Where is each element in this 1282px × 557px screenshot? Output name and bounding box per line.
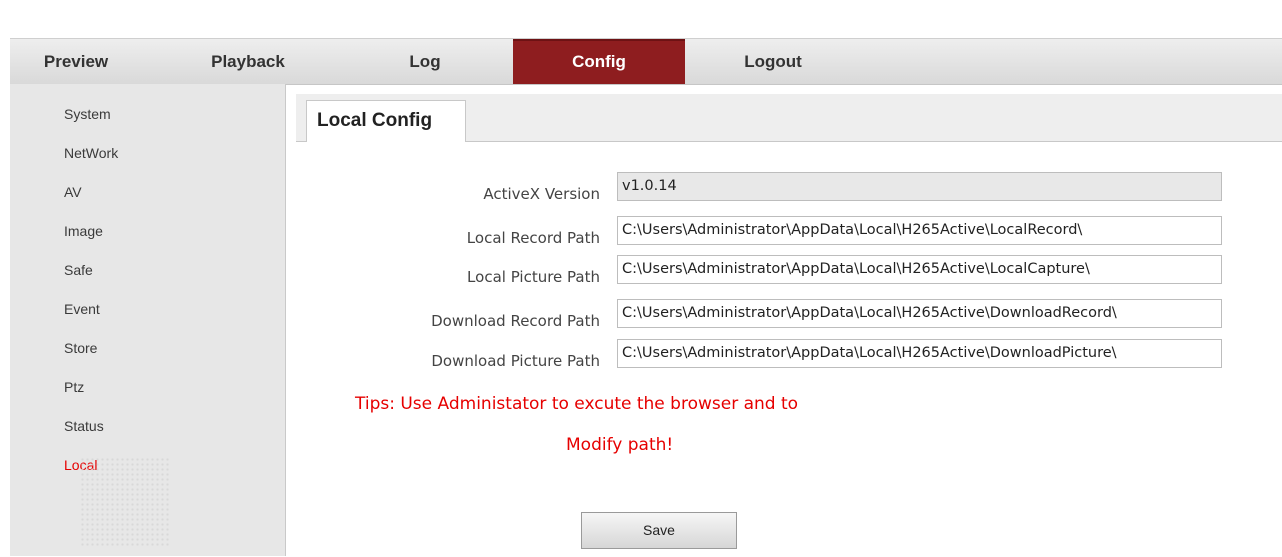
local-record-path-label: Local Record Path <box>466 229 600 247</box>
top-nav-bar: Preview Playback Log Config Logout <box>10 38 1282 85</box>
sidebar-item-ptz[interactable]: Ptz <box>64 379 84 395</box>
sidebar-item-system[interactable]: System <box>64 106 111 122</box>
sidebar-item-safe[interactable]: Safe <box>64 262 93 278</box>
nav-logout[interactable]: Logout <box>730 39 816 84</box>
local-picture-path-input[interactable]: C:\Users\Administrator\AppData\Local\H26… <box>617 255 1222 284</box>
save-button[interactable]: Save <box>581 512 737 549</box>
activex-version-label: ActiveX Version <box>483 185 600 203</box>
nav-preview[interactable]: Preview <box>36 39 116 84</box>
download-record-path-input[interactable]: C:\Users\Administrator\AppData\Local\H26… <box>617 299 1222 328</box>
download-picture-path-input[interactable]: C:\Users\Administrator\AppData\Local\H26… <box>617 339 1222 368</box>
sidebar-item-image[interactable]: Image <box>64 223 103 239</box>
sidebar-item-network[interactable]: NetWork <box>64 145 118 161</box>
nav-playback[interactable]: Playback <box>198 39 298 84</box>
sidebar-item-status[interactable]: Status <box>64 418 104 434</box>
sidebar-item-av[interactable]: AV <box>64 184 82 200</box>
sidebar-item-event[interactable]: Event <box>64 301 100 317</box>
nav-log[interactable]: Log <box>395 39 455 84</box>
activex-version-field: v1.0.14 <box>617 172 1222 201</box>
download-picture-path-label: Download Picture Path <box>431 352 600 370</box>
sidebar-dot-pattern <box>80 457 170 547</box>
sidebar-item-store[interactable]: Store <box>64 340 97 356</box>
local-picture-path-label: Local Picture Path <box>467 268 600 286</box>
tips-text-line2: Modify path! <box>566 435 674 455</box>
tab-local-config[interactable]: Local Config <box>306 100 466 142</box>
nav-config[interactable]: Config <box>513 39 685 84</box>
download-record-path-label: Download Record Path <box>431 312 600 330</box>
tips-text-line1: Tips: Use Administator to excute the bro… <box>355 394 799 414</box>
local-record-path-input[interactable]: C:\Users\Administrator\AppData\Local\H26… <box>617 216 1222 245</box>
sidebar: System NetWork AV Image Safe Event Store… <box>10 84 286 556</box>
